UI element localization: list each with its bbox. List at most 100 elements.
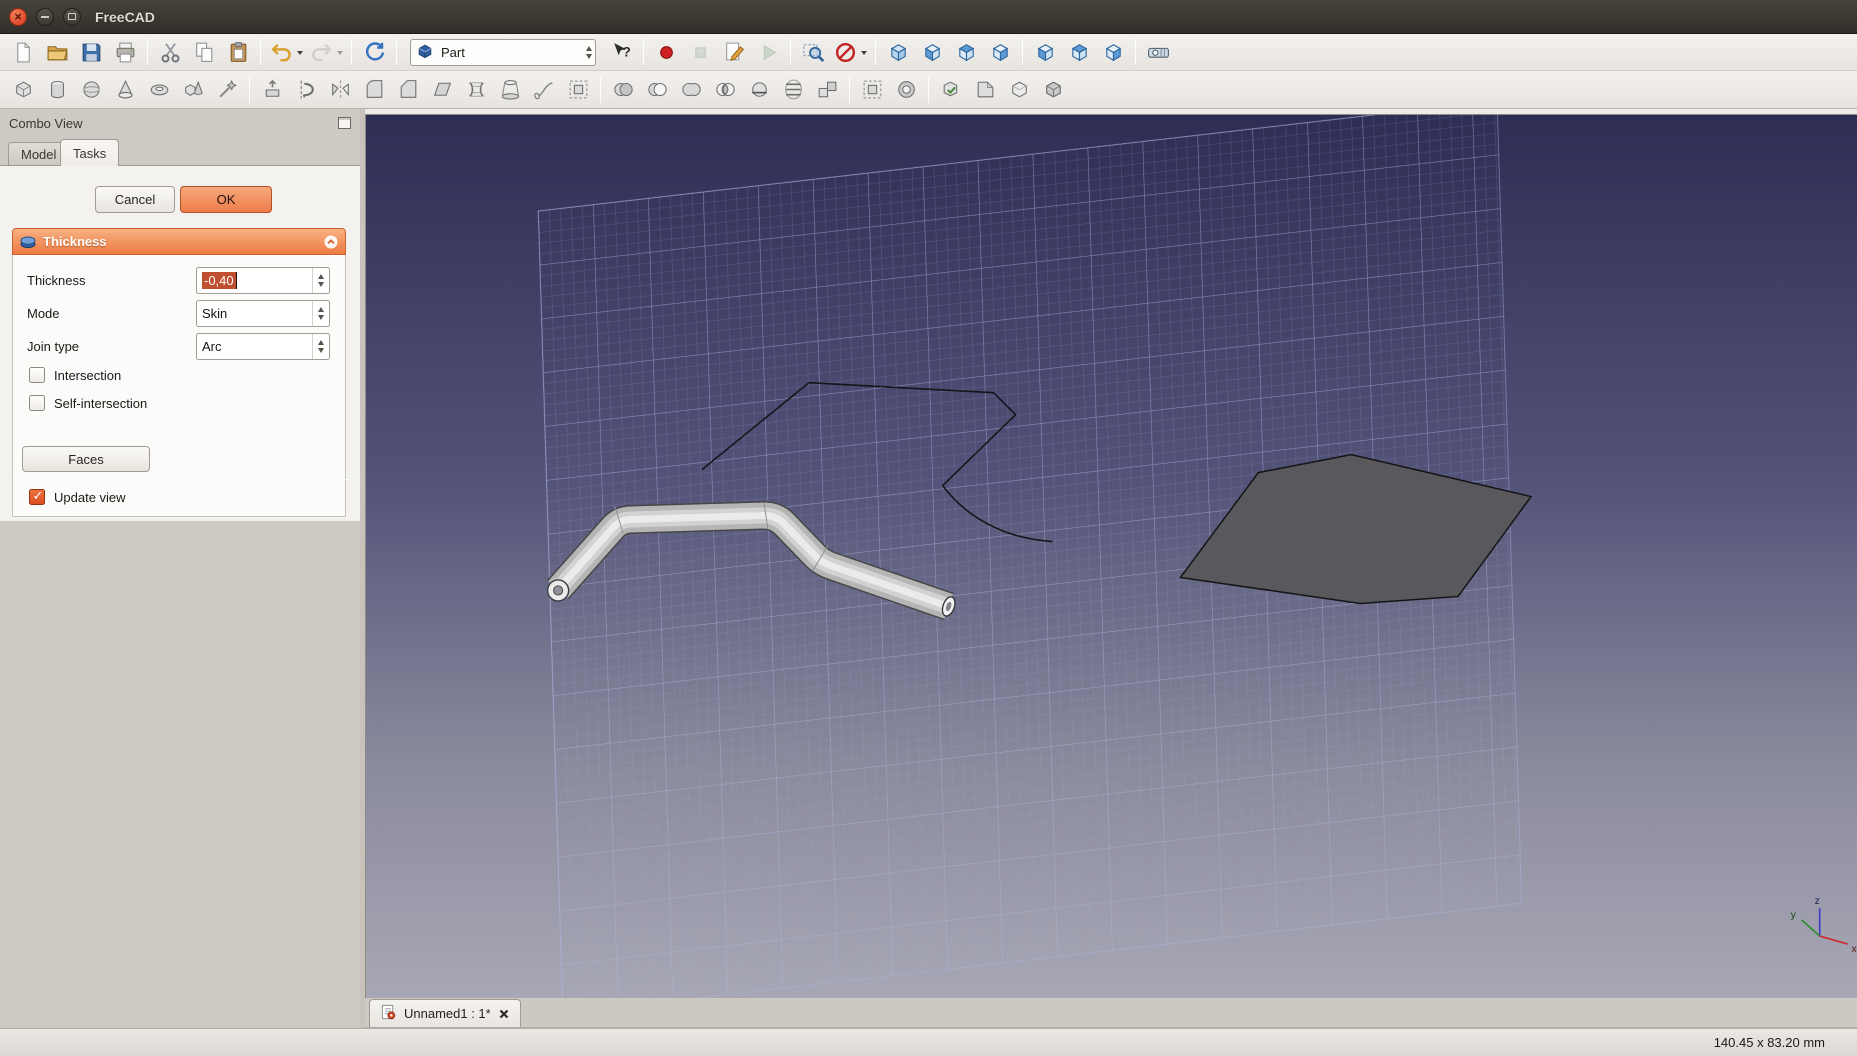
mode-value: Skin xyxy=(202,306,228,321)
view-axonometric-button[interactable] xyxy=(882,37,914,68)
redo-button[interactable] xyxy=(307,37,345,68)
part-refine-shape-button[interactable] xyxy=(1003,74,1035,105)
part-mirror-button[interactable] xyxy=(324,74,356,105)
collapse-section-icon[interactable] xyxy=(323,234,339,250)
clipping-plane-button[interactable] xyxy=(831,37,869,68)
part-defeaturing-button[interactable] xyxy=(969,74,1001,105)
view-left-button[interactable] xyxy=(1097,37,1129,68)
cut-button[interactable] xyxy=(154,37,186,68)
view-bottom-button[interactable] xyxy=(1063,37,1095,68)
self-intersection-row: Self-intersection xyxy=(13,395,345,413)
self-intersection-checkbox[interactable] xyxy=(29,395,45,411)
minimize-icon xyxy=(41,15,49,18)
update-view-checkbox[interactable] xyxy=(29,488,45,505)
part-torus-button[interactable] xyxy=(143,74,175,105)
copy-button[interactable] xyxy=(188,37,220,68)
whats-this-button[interactable]: ? xyxy=(605,37,637,68)
measure-distance-button[interactable] xyxy=(1142,37,1174,68)
dock-float-icon[interactable] xyxy=(338,117,351,129)
toolbar-separator xyxy=(249,76,250,103)
join-type-select[interactable]: Arc xyxy=(196,333,330,360)
save-document-button[interactable] xyxy=(75,37,107,68)
thickness-spin-buttons[interactable] xyxy=(312,268,329,293)
view-rear-button[interactable] xyxy=(1029,37,1061,68)
toolbar-separator xyxy=(260,39,261,65)
window-minimize-button[interactable] xyxy=(36,7,54,26)
view-bottom-icon xyxy=(1067,40,1092,65)
part-offset-button[interactable] xyxy=(562,74,594,105)
part-convert-to-solid-icon xyxy=(1041,77,1066,102)
view-front-icon xyxy=(920,40,945,65)
part-cone-button[interactable] xyxy=(109,74,141,105)
part-convert-to-solid-button[interactable] xyxy=(1037,74,1069,105)
tab-close-icon[interactable] xyxy=(498,1008,510,1020)
thickness-input[interactable]: -0,40 xyxy=(196,267,330,294)
part-sphere-button[interactable] xyxy=(75,74,107,105)
macro-play-button[interactable] xyxy=(752,37,784,68)
part-loft-icon xyxy=(498,77,523,102)
macro-record-button[interactable] xyxy=(650,37,682,68)
macro-edit-button[interactable] xyxy=(718,37,750,68)
refresh-button[interactable] xyxy=(358,37,390,68)
paste-button[interactable] xyxy=(222,37,254,68)
undo-button[interactable] xyxy=(267,37,305,68)
view-right-button[interactable] xyxy=(984,37,1016,68)
document-icon xyxy=(380,1004,397,1024)
part-compound-icon xyxy=(815,77,840,102)
part-make-face-button[interactable] xyxy=(426,74,458,105)
part-boolean-button[interactable] xyxy=(607,74,639,105)
toolbar-separator xyxy=(351,39,352,65)
part-primitives-button[interactable] xyxy=(177,74,209,105)
tab-tasks-label: Tasks xyxy=(73,145,107,161)
part-fillet-button[interactable] xyxy=(358,74,390,105)
part-offset-3d-button[interactable] xyxy=(856,74,888,105)
part-revolve-button[interactable] xyxy=(290,74,322,105)
cancel-button[interactable]: Cancel xyxy=(95,186,175,213)
part-intersection-button[interactable] xyxy=(709,74,741,105)
part-section-button[interactable] xyxy=(743,74,775,105)
tab-tasks[interactable]: Tasks xyxy=(60,139,120,166)
part-refine-shape-icon xyxy=(1007,77,1032,102)
faces-button[interactable]: Faces xyxy=(22,446,150,472)
part-sweep-button[interactable] xyxy=(528,74,560,105)
new-document-button[interactable] xyxy=(7,37,39,68)
part-cut-button[interactable] xyxy=(641,74,673,105)
part-cylinder-button[interactable] xyxy=(41,74,73,105)
view-front-button[interactable] xyxy=(916,37,948,68)
part-box-button[interactable] xyxy=(7,74,39,105)
open-document-button[interactable] xyxy=(41,37,73,68)
update-view-label: Update view xyxy=(54,490,126,505)
part-cross-sections-button[interactable] xyxy=(777,74,809,105)
3d-viewport[interactable]: z y x xyxy=(365,114,1857,998)
intersection-checkbox[interactable] xyxy=(29,367,45,383)
part-compound-button[interactable] xyxy=(811,74,843,105)
workbench-selector[interactable]: Part xyxy=(410,38,596,66)
join-type-select-arrows[interactable] xyxy=(312,334,329,359)
window-maximize-button[interactable] xyxy=(63,7,81,26)
part-thickness-button[interactable] xyxy=(890,74,922,105)
part-shape-builder-button[interactable] xyxy=(211,74,243,105)
toolbar-separator xyxy=(147,39,148,65)
part-union-button[interactable] xyxy=(675,74,707,105)
window-close-button[interactable]: × xyxy=(9,7,27,26)
clipping-plane-dropdown-arrow[interactable] xyxy=(861,51,867,58)
box-zoom-button[interactable] xyxy=(797,37,829,68)
mode-select[interactable]: Skin xyxy=(196,300,330,327)
thickness-section-header[interactable]: Thickness xyxy=(12,228,346,255)
document-tab[interactable]: Unnamed1 : 1* xyxy=(369,999,521,1027)
macro-stop-button[interactable] xyxy=(684,37,716,68)
part-chamfer-button[interactable] xyxy=(392,74,424,105)
titlebar: × FreeCAD xyxy=(0,0,1857,34)
part-ruled-surface-button[interactable] xyxy=(460,74,492,105)
tasks-pane: Cancel OK Thickness Thickness -0,40 Mode… xyxy=(0,166,360,521)
mode-select-arrows[interactable] xyxy=(312,301,329,326)
part-check-geometry-button[interactable] xyxy=(935,74,967,105)
redo-dropdown-arrow[interactable] xyxy=(337,51,343,58)
part-loft-button[interactable] xyxy=(494,74,526,105)
view-top-button[interactable] xyxy=(950,37,982,68)
part-extrude-icon xyxy=(260,77,285,102)
print-button[interactable] xyxy=(109,37,141,68)
part-extrude-button[interactable] xyxy=(256,74,288,105)
undo-dropdown-arrow[interactable] xyxy=(297,51,303,58)
ok-button[interactable]: OK xyxy=(180,186,272,213)
